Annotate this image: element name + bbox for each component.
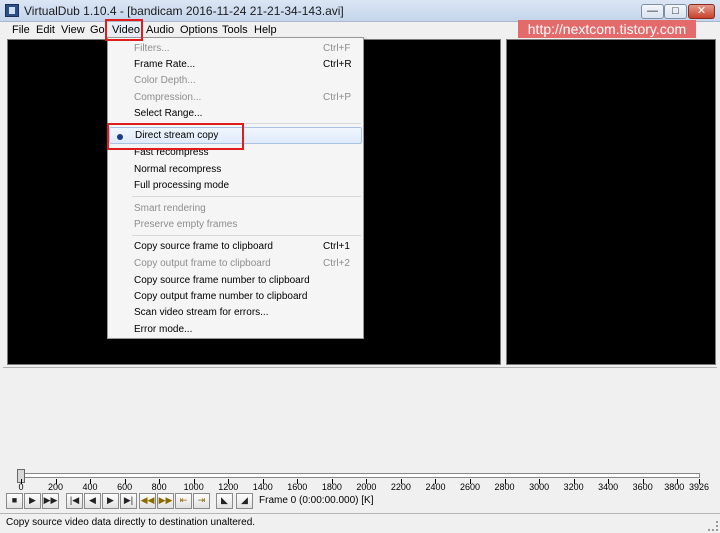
timeline-tick-label: 200 xyxy=(48,482,64,492)
menu-item-label: Copy output frame number to clipboard xyxy=(134,291,308,302)
timeline-tick-label: 3400 xyxy=(598,482,619,492)
menu-item-label: Color Depth... xyxy=(134,75,196,86)
go-end-icon[interactable]: ▶| xyxy=(120,493,137,509)
menu-item-filters[interactable]: Filters... Ctrl+F xyxy=(108,40,363,57)
prev-frame-icon[interactable]: ◀ xyxy=(84,493,101,509)
menu-view[interactable]: View xyxy=(59,23,87,38)
timeline-tick-label: 1200 xyxy=(218,482,239,492)
menu-item-error-mode[interactable]: Error mode... xyxy=(108,321,363,338)
menu-item-label: Error mode... xyxy=(134,324,193,335)
timeline-tick-label: 3600 xyxy=(632,482,653,492)
next-key-icon[interactable]: ▶▶ xyxy=(157,493,174,509)
timeline-tick-label: 3800 xyxy=(664,482,685,492)
playback-toolbar: ■ ▶ ▶▶ |◀ ◀ ▶ ▶| ◀◀ ▶▶ ⇤ ⇥ ◣ ◢ Frame 0 (… xyxy=(0,493,720,511)
menu-edit[interactable]: Edit xyxy=(34,23,57,38)
next-scene-icon[interactable]: ⇥ xyxy=(193,493,210,509)
menu-item-frame-rate[interactable]: Frame Rate... Ctrl+R xyxy=(108,56,363,73)
output-video-pane[interactable] xyxy=(506,39,716,365)
timeline-tick-label: 0 xyxy=(18,482,24,492)
mark-in-icon[interactable]: ◣ xyxy=(216,493,233,509)
menu-item-label: Frame Rate... xyxy=(134,59,196,70)
menu-item-scan-video-stream[interactable]: Scan video stream for errors... xyxy=(108,304,363,321)
prev-scene-icon[interactable]: ⇤ xyxy=(175,493,192,509)
menu-item-label: Scan video stream for errors... xyxy=(134,307,269,318)
window-title: VirtualDub 1.10.4 - [bandicam 2016-11-24… xyxy=(24,4,344,18)
resize-grip[interactable] xyxy=(708,521,718,531)
mark-out-icon[interactable]: ◢ xyxy=(236,493,253,509)
menu-item-label: Full processing mode xyxy=(134,180,230,191)
timeline-tick-label: 3000 xyxy=(529,482,550,492)
timeline-tick-label: 2200 xyxy=(390,482,411,492)
highlight-direct-stream-copy xyxy=(107,123,244,150)
menu-item-shortcut: Ctrl+1 xyxy=(323,241,350,252)
timeline-tick-label: 800 xyxy=(151,482,167,492)
menu-item-color-depth[interactable]: Color Depth... xyxy=(108,72,363,89)
menu-file[interactable]: File xyxy=(10,23,32,38)
play-input-icon[interactable]: ▶ xyxy=(24,493,41,509)
go-start-icon[interactable]: |◀ xyxy=(66,493,83,509)
menu-item-label: Copy source frame number to clipboard xyxy=(134,275,310,286)
timeline-tick-label: 3200 xyxy=(563,482,584,492)
prev-key-icon[interactable]: ◀◀ xyxy=(139,493,156,509)
timeline-tick-label: 1000 xyxy=(183,482,204,492)
workspace-background xyxy=(3,367,717,465)
menu-item-label: Copy source frame to clipboard xyxy=(134,241,273,252)
timeline-tick-label: 1600 xyxy=(287,482,308,492)
menu-item-copy-output-frame[interactable]: Copy output frame to clipboard Ctrl+2 xyxy=(108,255,363,272)
timeline-tick-label: 1800 xyxy=(321,482,342,492)
menu-go[interactable]: Go xyxy=(88,23,107,38)
menu-item-shortcut: Ctrl+F xyxy=(323,43,351,54)
menu-item-full-processing-mode[interactable]: Full processing mode xyxy=(108,177,363,194)
timeline-tick-label: 2600 xyxy=(459,482,481,492)
menu-item-shortcut: Ctrl+R xyxy=(323,59,352,70)
menu-separator xyxy=(132,235,361,236)
menu-item-copy-output-frame-number[interactable]: Copy output frame number to clipboard xyxy=(108,288,363,305)
menu-item-normal-recompress[interactable]: Normal recompress xyxy=(108,161,363,178)
timeline-tick-label: 2400 xyxy=(425,482,446,492)
timeline-track[interactable] xyxy=(20,473,700,478)
maximize-button[interactable]: □ xyxy=(664,4,687,19)
minimize-button[interactable]: — xyxy=(641,4,664,19)
play-output-icon[interactable]: ▶▶ xyxy=(42,493,59,509)
frame-position-label: Frame 0 (0:00:00.000) [K] xyxy=(259,495,374,506)
menu-tools[interactable]: Tools xyxy=(220,23,250,38)
menu-item-smart-rendering[interactable]: Smart rendering xyxy=(108,200,363,217)
menu-item-shortcut: Ctrl+P xyxy=(323,92,352,103)
menu-audio[interactable]: Audio xyxy=(144,23,176,38)
highlight-video-menu xyxy=(105,19,143,41)
menu-item-label: Filters... xyxy=(134,43,170,54)
watermark: http://nextcom.tistory.com xyxy=(518,20,696,38)
timeline-tick-label: 2800 xyxy=(494,482,515,492)
close-button[interactable]: ✕ xyxy=(688,4,715,19)
menu-item-select-range[interactable]: Select Range... xyxy=(108,105,363,122)
timeline-tick-label: 400 xyxy=(82,482,98,492)
menu-item-label: Smart rendering xyxy=(134,203,206,214)
menu-item-compression[interactable]: Compression... Ctrl+P xyxy=(108,89,363,106)
timeline-tick-label: 2000 xyxy=(356,482,377,492)
menu-item-label: Compression... xyxy=(134,92,202,103)
timeline-tick-label: 1400 xyxy=(252,482,273,492)
menu-item-label: Select Range... xyxy=(134,108,203,119)
timeline[interactable]: 0 200 400 600 800 1000 1200 1400 1600 1800 2000 220… xyxy=(0,467,720,492)
status-text: Copy source video data directly to desti… xyxy=(6,517,256,528)
menu-item-copy-source-frame-number[interactable]: Copy source frame number to clipboard xyxy=(108,272,363,289)
app-icon[interactable] xyxy=(5,4,19,17)
video-menu-dropdown: Filters... Ctrl+F Frame Rate... Ctrl+R C… xyxy=(107,37,364,339)
timeline-tick-label: 3926 xyxy=(688,482,710,492)
menu-options[interactable]: Options xyxy=(178,23,220,38)
menu-separator xyxy=(132,196,361,197)
status-bar: Copy source video data directly to desti… xyxy=(0,513,720,533)
stop-icon[interactable]: ■ xyxy=(6,493,23,509)
menu-item-label: Copy output frame to clipboard xyxy=(134,258,271,269)
menu-help[interactable]: Help xyxy=(252,23,279,38)
menu-item-preserve-empty-frames[interactable]: Preserve empty frames xyxy=(108,216,363,233)
timeline-tick-label: 600 xyxy=(117,482,133,492)
menu-item-shortcut: Ctrl+2 xyxy=(323,258,350,269)
menu-item-label: Normal recompress xyxy=(134,164,222,175)
next-frame-icon[interactable]: ▶ xyxy=(102,493,119,509)
menu-item-label: Preserve empty frames xyxy=(134,219,238,230)
menu-item-copy-source-frame[interactable]: Copy source frame to clipboard Ctrl+1 xyxy=(108,238,363,255)
